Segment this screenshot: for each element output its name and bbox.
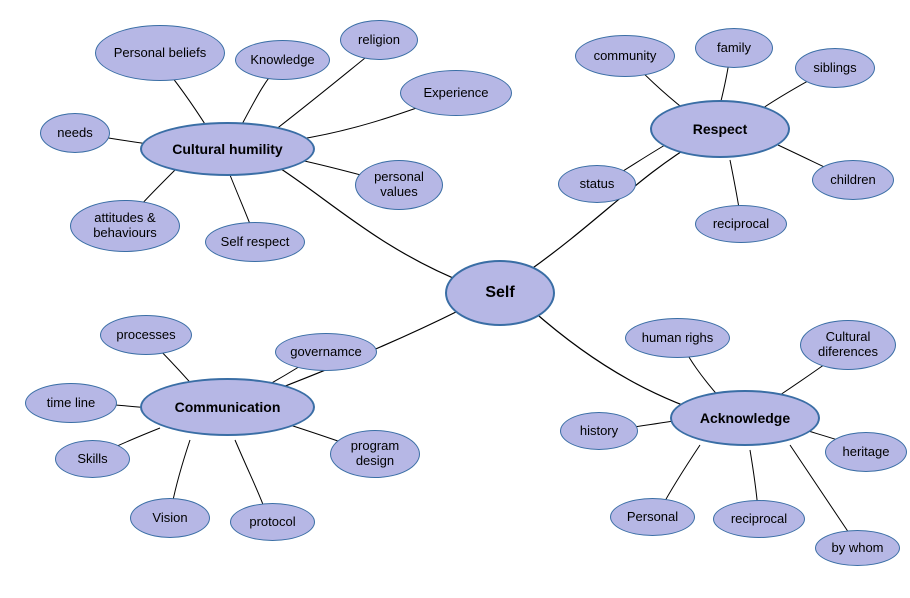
node-label: program design — [351, 439, 399, 469]
node-status[interactable]: status — [558, 165, 636, 203]
node-by-whom[interactable]: by whom — [815, 530, 900, 566]
node-label: governamce — [290, 345, 362, 360]
concept-map-canvas: Self Cultural humility Respect Communica… — [0, 0, 910, 598]
node-attitudes-behaviours[interactable]: attitudes & behaviours — [70, 200, 180, 252]
node-history[interactable]: history — [560, 412, 638, 450]
node-label: reciprocal — [713, 217, 769, 232]
node-label: Communication — [175, 399, 281, 415]
node-governamce[interactable]: governamce — [275, 333, 377, 371]
node-respect[interactable]: Respect — [650, 100, 790, 158]
node-program-design[interactable]: program design — [330, 430, 420, 478]
node-label: Knowledge — [250, 53, 314, 68]
node-communication[interactable]: Communication — [140, 378, 315, 436]
node-label: Cultural humility — [172, 141, 282, 157]
node-self-respect[interactable]: Self respect — [205, 222, 305, 262]
node-label: history — [580, 424, 618, 439]
node-personal-values[interactable]: personal values — [355, 160, 443, 210]
node-family[interactable]: family — [695, 28, 773, 68]
node-label: reciprocal — [731, 512, 787, 527]
node-label: family — [717, 41, 751, 56]
node-experience[interactable]: Experience — [400, 70, 512, 116]
node-label: Skills — [77, 452, 107, 467]
node-time-line[interactable]: time line — [25, 383, 117, 423]
node-label: community — [594, 49, 657, 64]
node-label: heritage — [843, 445, 890, 460]
node-reciprocal-respect[interactable]: reciprocal — [695, 205, 787, 243]
node-label: siblings — [813, 61, 856, 76]
node-label: personal values — [374, 170, 424, 200]
node-label: Respect — [693, 121, 747, 137]
node-cultural-humility[interactable]: Cultural humility — [140, 122, 315, 176]
node-label: attitudes & behaviours — [93, 211, 157, 241]
node-label: children — [830, 173, 876, 188]
node-personal-beliefs[interactable]: Personal beliefs — [95, 25, 225, 81]
node-label: time line — [47, 396, 95, 411]
node-cultural-diferences[interactable]: Cultural diferences — [800, 320, 896, 370]
node-personal[interactable]: Personal — [610, 498, 695, 536]
node-label: Cultural diferences — [818, 330, 878, 360]
node-siblings[interactable]: siblings — [795, 48, 875, 88]
node-label: Self — [485, 284, 514, 302]
node-label: needs — [57, 126, 92, 141]
node-label: by whom — [831, 541, 883, 556]
node-heritage[interactable]: heritage — [825, 432, 907, 472]
node-acknowledge[interactable]: Acknowledge — [670, 390, 820, 446]
node-protocol[interactable]: protocol — [230, 503, 315, 541]
node-label: Personal — [627, 510, 678, 525]
node-religion[interactable]: religion — [340, 20, 418, 60]
node-label: status — [580, 177, 615, 192]
node-label: processes — [116, 328, 175, 343]
node-label: Experience — [423, 86, 488, 101]
node-children[interactable]: children — [812, 160, 894, 200]
node-knowledge[interactable]: Knowledge — [235, 40, 330, 80]
node-processes[interactable]: processes — [100, 315, 192, 355]
node-label: Vision — [152, 511, 187, 526]
node-needs[interactable]: needs — [40, 113, 110, 153]
node-label: religion — [358, 33, 400, 48]
node-skills[interactable]: Skills — [55, 440, 130, 478]
node-vision[interactable]: Vision — [130, 498, 210, 538]
node-reciprocal-acknowledge[interactable]: reciprocal — [713, 500, 805, 538]
node-label: Personal beliefs — [114, 46, 207, 61]
node-label: human righs — [642, 331, 714, 346]
node-human-righs[interactable]: human righs — [625, 318, 730, 358]
node-label: protocol — [249, 515, 295, 530]
node-community[interactable]: community — [575, 35, 675, 77]
node-self[interactable]: Self — [445, 260, 555, 326]
node-label: Acknowledge — [700, 410, 790, 426]
node-label: Self respect — [221, 235, 290, 250]
